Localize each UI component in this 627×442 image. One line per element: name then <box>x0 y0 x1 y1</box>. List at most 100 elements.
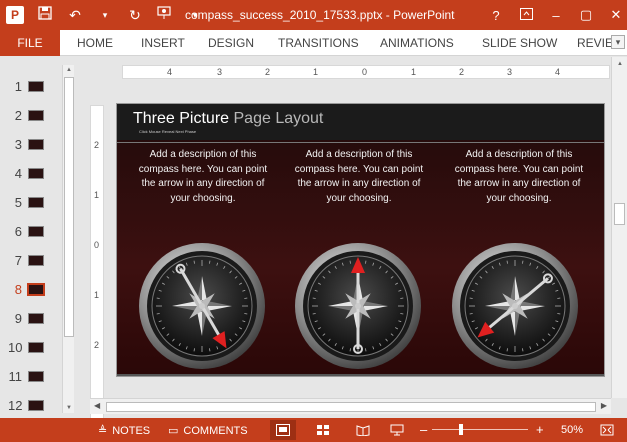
compass-graphic[interactable] <box>450 241 580 371</box>
scroll-up-icon[interactable]: ▲ <box>614 59 626 69</box>
thumbnail-item-active[interactable]: 8 <box>8 279 45 299</box>
thumbnail-image[interactable] <box>28 80 44 92</box>
thumbnail-image[interactable] <box>28 196 44 208</box>
compass-description[interactable]: Add a description of this compass here. … <box>453 148 585 206</box>
thumbnail-item[interactable]: 12 <box>8 395 44 415</box>
slide-sorter-view-button[interactable] <box>310 420 336 440</box>
ruler-number: 3 <box>507 67 513 77</box>
slide-canvas[interactable]: Three Picture Page Layout Click Mouse Re… <box>117 104 604 376</box>
scrollbar-thumb[interactable] <box>106 402 596 412</box>
thumbnail-number: 4 <box>14 165 22 181</box>
thumbnail-number: 11 <box>8 368 23 384</box>
compass-tick <box>193 348 195 352</box>
compass-description[interactable]: Add a description of this compass here. … <box>137 148 269 206</box>
notes-button[interactable]: ≜ NOTES <box>98 424 150 438</box>
tab-animations[interactable]: ANIMATIONS <box>380 36 454 50</box>
thumbnail-number: 2 <box>14 107 22 123</box>
zoom-level[interactable]: 50% <box>561 424 583 436</box>
tab-home[interactable]: HOME <box>77 36 113 50</box>
compass-tick <box>557 297 561 299</box>
ribbon-expand-icon[interactable]: ▾ <box>611 35 625 49</box>
start-from-beginning-icon[interactable] <box>156 6 174 24</box>
compass-tick <box>209 348 211 352</box>
vertical-ruler: 2 1 0 1 2 <box>90 105 104 423</box>
zoom-slider-thumb[interactable] <box>458 424 463 435</box>
minimize-button[interactable]: – <box>549 8 563 23</box>
undo-dropdown-icon[interactable]: ▾ <box>96 6 114 24</box>
undo-icon[interactable]: ↶ <box>66 6 84 24</box>
thumbnail-item[interactable]: 7 <box>8 250 44 270</box>
thumbnail-image[interactable] <box>28 109 44 121</box>
save-icon[interactable] <box>36 6 54 24</box>
compass-tick <box>312 297 316 299</box>
zoom-in-button[interactable]: + <box>536 422 544 437</box>
slide-subtitle[interactable]: Click Mouse Reveal Next Phase <box>139 129 196 134</box>
thumbnail-image[interactable] <box>28 167 44 179</box>
thumbnail-image[interactable] <box>28 254 44 266</box>
thumbnail-item[interactable]: 2 <box>8 105 44 125</box>
slide-title[interactable]: Three Picture Page Layout <box>133 110 323 128</box>
comments-label: COMMENTS <box>183 424 248 437</box>
restore-button[interactable]: ▢ <box>579 7 593 23</box>
slide-title-main: Three Picture <box>133 110 230 127</box>
ribbon-display-options-icon[interactable] <box>519 7 533 23</box>
help-button[interactable]: ? <box>489 8 503 23</box>
redo-icon[interactable]: ↻ <box>126 6 144 24</box>
scroll-up-icon[interactable]: ▲ <box>63 65 75 75</box>
normal-view-icon <box>276 424 290 436</box>
compass-graphic[interactable] <box>137 241 267 371</box>
ruler-number: 0 <box>362 67 368 77</box>
slide-show-view-button[interactable] <box>384 420 410 440</box>
zoom-slider[interactable] <box>432 429 528 430</box>
compass-pivot <box>512 303 518 309</box>
tab-design[interactable]: DESIGN <box>208 36 254 50</box>
tab-transitions[interactable]: TRANSITIONS <box>278 36 359 50</box>
tab-insert[interactable]: INSERT <box>141 36 185 50</box>
slide-header: Three Picture Page Layout Click Mouse Re… <box>117 104 604 140</box>
zoom-out-button[interactable]: – <box>420 422 427 437</box>
thumbnail-item[interactable]: 5 <box>8 192 44 212</box>
reading-view-button[interactable] <box>350 420 376 440</box>
vertical-scrollbar[interactable]: ▲ <box>611 57 627 398</box>
thumbnail-item[interactable]: 11 <box>8 366 44 386</box>
title-bar: P ↶ ▾ ↻ ▾ compass_success_2010_17533.ppt… <box>0 0 627 30</box>
compass-description[interactable]: Add a description of this compass here. … <box>293 148 425 206</box>
thumbnail-number: 12 <box>8 397 23 413</box>
fit-slide-button[interactable] <box>594 420 620 440</box>
ruler-number: 1 <box>94 290 100 300</box>
ruler-number: 2 <box>94 140 100 150</box>
thumbnail-image[interactable] <box>28 341 44 353</box>
compass-graphic[interactable] <box>293 241 423 371</box>
scrollbar-thumb[interactable] <box>614 203 625 225</box>
thumbnail-scrollbar[interactable]: ▲ ▼ <box>62 65 74 413</box>
scroll-left-icon[interactable]: ◀ <box>94 401 100 410</box>
horizontal-scrollbar[interactable]: ◀ ▶ <box>90 398 611 414</box>
thumbnail-item[interactable]: 10 <box>8 337 44 357</box>
compass-tick <box>312 313 316 315</box>
normal-view-button[interactable] <box>270 420 296 440</box>
fit-to-window-icon <box>600 424 614 436</box>
compass-pivot <box>199 303 205 309</box>
thumbnail-number: 10 <box>8 339 23 355</box>
thumbnail-item[interactable]: 3 <box>8 134 44 154</box>
close-button[interactable]: ✕ <box>609 7 623 23</box>
thumbnail-item[interactable]: 4 <box>8 163 44 183</box>
thumbnail-image[interactable] <box>28 312 44 324</box>
thumbnail-item[interactable]: 9 <box>8 308 44 328</box>
thumbnail-image[interactable] <box>28 399 44 411</box>
thumbnail-image[interactable] <box>27 282 45 296</box>
thumbnail-item[interactable]: 1 <box>8 76 44 96</box>
thumbnail-item[interactable]: 6 <box>8 221 44 241</box>
thumbnail-image[interactable] <box>28 138 44 150</box>
compass-tick <box>365 260 367 264</box>
thumbnail-image[interactable] <box>28 225 44 237</box>
scrollbar-thumb[interactable] <box>64 77 74 337</box>
tab-file[interactable]: FILE <box>0 30 60 56</box>
tab-slide-show[interactable]: SLIDE SHOW <box>482 36 557 50</box>
comments-button[interactable]: ▭ COMMENTS <box>168 424 248 438</box>
ruler-number: 2 <box>94 340 100 350</box>
scroll-down-icon[interactable]: ▼ <box>63 403 75 413</box>
thumbnail-number: 7 <box>14 252 22 268</box>
scroll-right-icon[interactable]: ▶ <box>601 401 607 410</box>
thumbnail-image[interactable] <box>28 370 44 382</box>
